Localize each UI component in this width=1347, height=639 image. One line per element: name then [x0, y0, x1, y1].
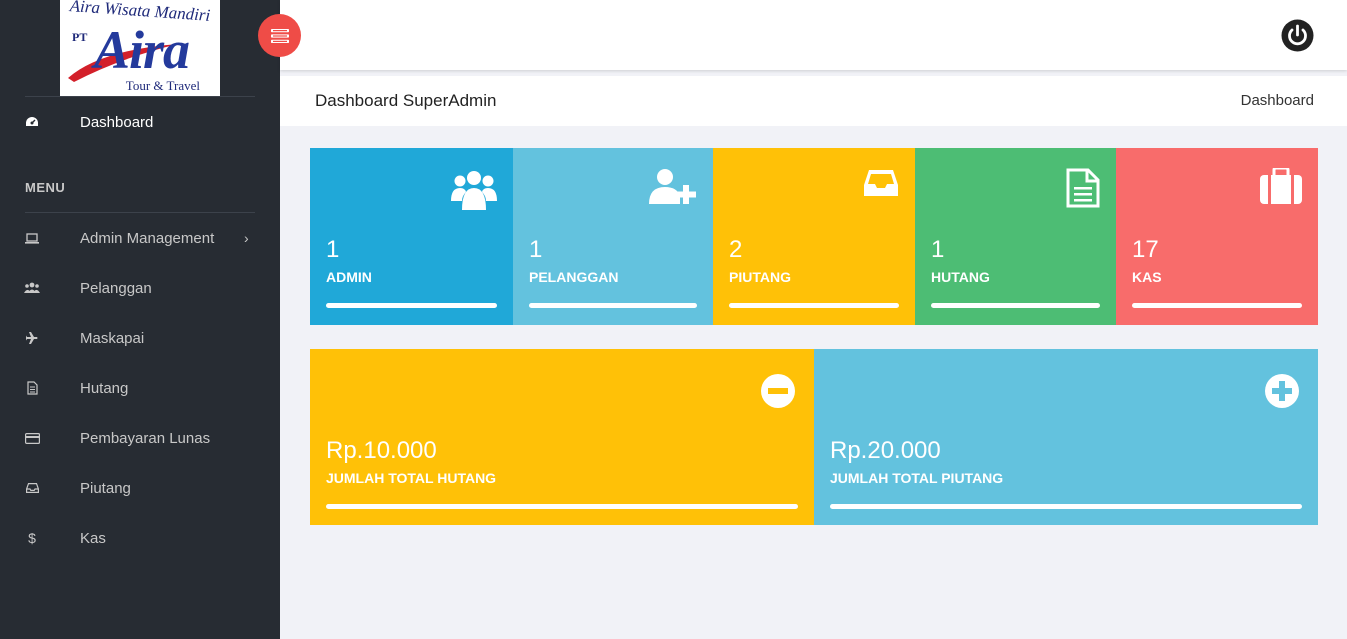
stat-value: 1	[931, 236, 945, 263]
total-label: JUMLAH TOTAL PIUTANG	[830, 470, 1004, 486]
plane-icon	[24, 330, 40, 346]
stat-progress-bar	[326, 303, 497, 308]
stat-value: 1	[529, 236, 543, 263]
total-value: Rp.10.000	[326, 437, 437, 464]
logo-brand-name: Aira	[94, 20, 190, 80]
sidebar-item-label: Pelanggan	[80, 279, 152, 297]
stat-progress-bar	[931, 303, 1100, 308]
breadcrumb[interactable]: Dashboard	[1241, 92, 1314, 109]
briefcase-icon	[1260, 168, 1302, 204]
stat-progress-bar	[529, 303, 697, 308]
menu-toggle-icon	[270, 28, 289, 43]
credit-card-icon	[24, 430, 40, 446]
plus-circle-icon	[1265, 374, 1299, 408]
company-logo[interactable]: Aira Wisata Mandiri PT Aira Tour & Trave…	[60, 0, 220, 96]
sidebar-divider	[25, 212, 255, 213]
stat-label: PELANGGAN	[529, 269, 619, 285]
sidebar-item-maskapai[interactable]: Maskapai	[0, 318, 280, 358]
users-icon	[24, 280, 40, 296]
sidebar: Aira Wisata Mandiri PT Aira Tour & Trave…	[0, 0, 280, 639]
dashboard-icon	[24, 114, 40, 130]
stat-label: KAS	[1132, 269, 1162, 285]
stat-value: 17	[1132, 236, 1159, 263]
menu-section-title: MENU	[25, 180, 66, 195]
logo-pt: PT	[72, 30, 88, 44]
page-title: Dashboard SuperAdmin	[315, 91, 497, 110]
total-card-hutang[interactable]: Rp.10.000 JUMLAH TOTAL HUTANG	[310, 349, 814, 525]
total-progress-bar	[326, 504, 798, 509]
inbox-icon	[864, 170, 898, 196]
sidebar-item-label: Hutang	[80, 379, 129, 397]
document-icon	[1066, 168, 1100, 208]
sidebar-item-piutang[interactable]: Piutang	[0, 468, 280, 508]
sidebar-item-dashboard[interactable]: Dashboard	[0, 102, 280, 142]
chevron-right-icon: ›	[244, 230, 249, 246]
stat-progress-bar	[1132, 303, 1302, 308]
stat-progress-bar	[729, 303, 899, 308]
dollar-icon: $	[28, 530, 36, 546]
laptop-icon	[24, 230, 40, 246]
total-card-piutang[interactable]: Rp.20.000 JUMLAH TOTAL PIUTANG	[814, 349, 1318, 525]
stat-card-piutang[interactable]: 2 PIUTANG	[713, 148, 915, 325]
menu-toggle-button[interactable]	[258, 14, 301, 57]
sidebar-item-label: Dashboard	[80, 113, 154, 131]
stat-card-kas[interactable]: 17 KAS	[1116, 148, 1318, 325]
page-title-bar: Dashboard SuperAdmin Dashboard	[280, 76, 1347, 126]
sidebar-item-label: Admin Management	[80, 229, 215, 247]
top-header	[280, 0, 1347, 70]
sidebar-divider	[25, 96, 255, 97]
sidebar-item-admin-management[interactable]: Admin Management ›	[0, 218, 280, 258]
logo-tagline: Tour & Travel	[125, 78, 200, 93]
users-icon	[451, 171, 497, 210]
sidebar-item-label: Maskapai	[80, 329, 145, 347]
stat-card-pelanggan[interactable]: 1 PELANGGAN	[513, 148, 713, 325]
sidebar-item-kas[interactable]: $ Kas	[0, 518, 280, 558]
stat-label: ADMIN	[326, 269, 372, 285]
sidebar-item-label: Pembayaran Lunas	[80, 429, 211, 447]
power-icon[interactable]	[1281, 19, 1314, 52]
stat-label: PIUTANG	[729, 269, 791, 285]
total-label: JUMLAH TOTAL HUTANG	[326, 470, 497, 486]
stat-value: 2	[729, 236, 743, 263]
stat-card-admin[interactable]: 1 ADMIN	[310, 148, 513, 325]
stat-label: HUTANG	[931, 269, 990, 285]
document-icon	[24, 380, 40, 396]
total-progress-bar	[830, 504, 1302, 509]
sidebar-item-pelanggan[interactable]: Pelanggan	[0, 268, 280, 308]
stat-value: 1	[326, 236, 340, 263]
stat-card-hutang[interactable]: 1 HUTANG	[915, 148, 1116, 325]
minus-circle-icon	[761, 374, 795, 408]
user-plus-icon	[649, 169, 696, 204]
sidebar-item-hutang[interactable]: Hutang	[0, 368, 280, 408]
total-value: Rp.20.000	[830, 437, 941, 464]
sidebar-item-label: Piutang	[80, 479, 131, 497]
sidebar-item-pembayaran-lunas[interactable]: Pembayaran Lunas	[0, 418, 280, 458]
sidebar-item-label: Kas	[80, 529, 106, 547]
inbox-icon	[24, 480, 40, 496]
